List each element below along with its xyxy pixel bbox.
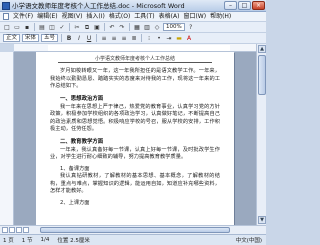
toolbar-divider xyxy=(104,23,105,31)
normal-view-icon[interactable] xyxy=(2,227,8,233)
align-right-icon[interactable]: ≡ xyxy=(120,34,128,42)
status-language: 中文(中国) xyxy=(235,238,262,244)
minimize-button[interactable]: – xyxy=(224,1,237,10)
window-controls: – □ × xyxy=(224,1,265,10)
header-rule xyxy=(58,62,212,63)
standard-toolbar: □ ▭ ▪ ▤ ◫ ✓ ✂ ⧉ ▣ ↶ ↷ ▦ ▥ ◇ 100% ? xyxy=(0,22,266,33)
italic-icon[interactable]: I xyxy=(75,34,83,42)
window-title: 小学语文教师年度考核个人工作总结.doc - Microsoft Word xyxy=(12,2,185,10)
menu-bar: 文件(F) 编辑(E) 视图(V) 插入(I) 格式(O) 工具(T) 表格(A… xyxy=(0,12,266,22)
subsection-heading: 2、上课方面 xyxy=(60,199,90,206)
section-paragraph: 一年来，我认真备好每一节课，认真上好每一节课，及时批改学生作业，对学生进行耐心细… xyxy=(50,146,220,161)
cut-icon[interactable]: ✂ xyxy=(73,23,81,31)
new-document-icon[interactable]: □ xyxy=(3,23,11,31)
view-buttons xyxy=(2,227,29,233)
outline-view-icon[interactable] xyxy=(23,227,29,233)
maximize-button[interactable]: □ xyxy=(238,1,251,10)
status-section: 1 节 xyxy=(21,238,33,244)
zoom-select[interactable]: 100% xyxy=(163,23,185,31)
section-heading: 一、思想政治方面 xyxy=(60,95,104,102)
document-workspace: 小学语文教师年度考核个人工作总结 岁月如梭转眼又一年，这一年我所担任的是语文教学… xyxy=(14,52,256,225)
indent-icon[interactable]: ⇥ xyxy=(165,34,173,42)
toolbar-divider xyxy=(96,34,98,42)
formatting-toolbar: 正文 宋体 五号 B I U ≡ ≡ ≡ ≣ ⁝ • ⇥ ▬ A xyxy=(0,33,266,44)
menu-window[interactable]: 窗口(W) xyxy=(183,12,206,22)
menu-view[interactable]: 视图(V) xyxy=(62,12,83,22)
word-app-icon[interactable] xyxy=(2,2,10,10)
web-view-icon[interactable] xyxy=(9,227,15,233)
bold-icon[interactable]: B xyxy=(65,34,73,42)
page-header-text: 小学语文教师年度考核个人工作总结 xyxy=(94,56,175,62)
scroll-down-icon[interactable]: ▼ xyxy=(258,216,266,224)
font-select[interactable]: 宋体 xyxy=(22,34,40,42)
vertical-ruler[interactable] xyxy=(0,52,14,225)
align-left-icon[interactable]: ≡ xyxy=(100,34,108,42)
table-icon[interactable]: ▦ xyxy=(133,23,141,31)
help-icon[interactable]: ? xyxy=(187,23,195,31)
horizontal-scrollbar[interactable] xyxy=(0,225,266,234)
toolbar-divider xyxy=(129,23,130,31)
paste-icon[interactable]: ▣ xyxy=(93,23,101,31)
vertical-scrollbar[interactable]: ▲ ▼ xyxy=(256,44,266,225)
style-select[interactable]: 正文 xyxy=(3,34,21,42)
status-page: 1 页 xyxy=(3,238,14,244)
bullets-icon[interactable]: • xyxy=(155,34,163,42)
document-icon[interactable] xyxy=(3,13,9,20)
status-bar: 1 页 1 节 1/4 位置 2.5厘米 中文(中国) xyxy=(0,234,266,245)
document-page[interactable]: 小学语文教师年度考核个人工作总结 岁月如梭转眼又一年，这一年我所担任的是语文教学… xyxy=(36,52,234,225)
ruler-text-area xyxy=(48,45,230,51)
copy-icon[interactable]: ⧉ xyxy=(83,23,91,31)
toolbar-divider xyxy=(61,34,63,42)
toolbar-divider xyxy=(69,23,70,31)
highlight-icon[interactable]: ▬ xyxy=(175,34,183,42)
columns-icon[interactable]: ▥ xyxy=(143,23,151,31)
subsection-paragraph: 我认真钻研教材，了解教材的基本思想、基本概念，了解教材的结构，重点与难点，掌握知… xyxy=(50,173,220,194)
print-icon[interactable]: ▤ xyxy=(38,23,46,31)
undo-icon[interactable]: ↶ xyxy=(108,23,116,31)
redo-icon[interactable]: ↷ xyxy=(118,23,126,31)
close-button[interactable]: × xyxy=(252,1,265,10)
align-center-icon[interactable]: ≡ xyxy=(110,34,118,42)
status-position: 位置 2.5厘米 xyxy=(57,238,90,244)
scroll-thumb[interactable] xyxy=(258,55,266,95)
toolbar-divider xyxy=(34,23,35,31)
horizontal-scroll-thumb[interactable] xyxy=(40,227,230,233)
menu-table[interactable]: 表格(A) xyxy=(159,12,180,22)
menu-tools[interactable]: 工具(T) xyxy=(134,12,154,22)
status-page-of: 1/4 xyxy=(40,237,50,243)
justify-icon[interactable]: ≣ xyxy=(130,34,138,42)
numbering-icon[interactable]: ⁝ xyxy=(145,34,153,42)
document-body[interactable]: 岁月如梭转眼又一年，这一年我所担任的是语文教学工作。一年来，我始终以勤勤恳恳、踏… xyxy=(50,68,220,207)
font-color-icon[interactable]: A xyxy=(185,34,193,42)
print-preview-icon[interactable]: ◫ xyxy=(48,23,56,31)
intro-paragraph: 岁月如梭转眼又一年，这一年我所担任的是语文教学工作。一年来，我始终以勤勤恳恳、踏… xyxy=(50,68,220,89)
menu-help[interactable]: 帮助(H) xyxy=(210,12,231,22)
title-bar: 小学语文教师年度考核个人工作总结.doc - Microsoft Word – … xyxy=(0,0,266,12)
menu-insert[interactable]: 插入(I) xyxy=(86,12,104,22)
section-heading: 二、教育教学方面 xyxy=(60,138,104,145)
spelling-icon[interactable]: ✓ xyxy=(58,23,66,31)
section-paragraph: 我一年来在思想上严于律己，热爱党的教育事业，认真学习党的方针政策，积极参加学校组… xyxy=(50,103,220,133)
menu-format[interactable]: 格式(O) xyxy=(109,12,130,22)
horizontal-ruler[interactable] xyxy=(14,44,256,52)
underline-icon[interactable]: U xyxy=(85,34,93,42)
drawing-icon[interactable]: ◇ xyxy=(153,23,161,31)
print-layout-icon[interactable] xyxy=(16,227,22,233)
font-size-select[interactable]: 五号 xyxy=(41,34,59,42)
open-folder-icon[interactable]: ▭ xyxy=(13,23,21,31)
toolbar-divider xyxy=(141,34,143,42)
save-icon[interactable]: ▪ xyxy=(23,23,31,31)
scroll-up-icon[interactable]: ▲ xyxy=(258,45,266,53)
subsection-heading: 1、备课方面 xyxy=(60,165,90,172)
menu-file[interactable]: 文件(F) xyxy=(13,12,33,22)
menu-edit[interactable]: 编辑(E) xyxy=(37,12,57,22)
